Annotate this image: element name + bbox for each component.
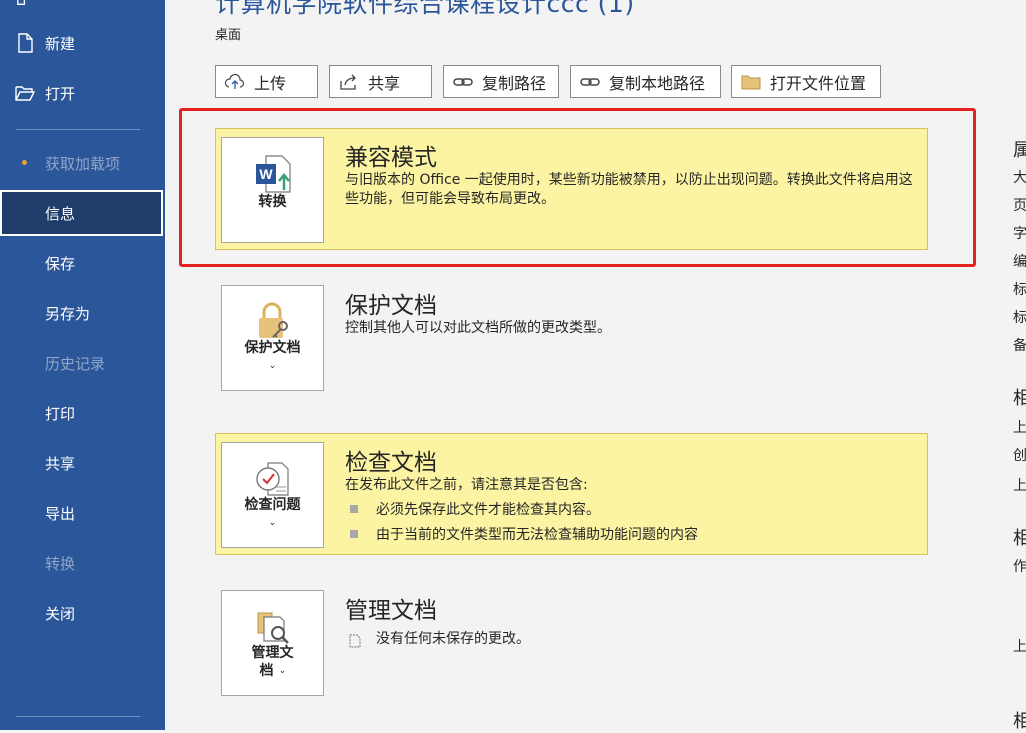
backstage-sidebar: ⌂ 新建 打开 获取加载项 信息 保存 另存为 历史记录 打印 共享 导出 转换… — [0, 0, 165, 730]
sidebar-item-history[interactable]: 历史记录 — [0, 340, 165, 386]
highlight-box — [179, 108, 976, 267]
sidebar-item-label: 共享 — [45, 454, 76, 473]
property-label: 字 — [1013, 226, 1026, 242]
property-label: 备 — [1013, 338, 1026, 354]
bullet-marker — [350, 505, 358, 513]
manage-document-icon — [257, 612, 289, 644]
properties-heading: 属 — [1013, 140, 1026, 161]
open-location-label: 打开文件位置 — [770, 73, 867, 93]
protect-document-label: 保护文档 — [244, 340, 301, 356]
share-label: 共享 — [368, 73, 401, 93]
property-label: 作 — [1013, 559, 1026, 575]
manage-document-label: 管理文 — [251, 645, 294, 661]
chevron-down-icon: ⌄ — [268, 518, 277, 528]
sidebar-item-info[interactable]: 信息 — [0, 190, 163, 236]
open-file-location-button[interactable]: 打开文件位置 — [731, 65, 881, 98]
inspect-bullet: 由于当前的文件类型而无法检查辅助功能问题的内容 — [376, 527, 698, 543]
sidebar-item-label: 历史记录 — [45, 354, 106, 373]
upload-cloud-icon — [224, 73, 245, 89]
related-docs-heading: 相 — [1013, 711, 1026, 732]
sidebar-item-label: 新建 — [45, 34, 76, 53]
property-label: 标 — [1013, 310, 1026, 326]
link-icon — [580, 77, 600, 86]
document-title: 计算机学院软件综合课程设计ccc (1) — [215, 0, 635, 18]
check-issues-label: 检查问题 — [244, 497, 301, 513]
protect-description: 控制其他人可以对此文档所做的更改类型。 — [345, 320, 611, 336]
sidebar-item-label: 导出 — [45, 504, 76, 523]
sidebar-item-close[interactable]: 关闭 — [0, 590, 165, 636]
property-label: 创 — [1013, 448, 1026, 464]
sidebar-item-open[interactable]: 打开 — [0, 70, 165, 116]
sidebar-item-label: 获取加载项 — [45, 154, 121, 173]
property-label: 标 — [1013, 282, 1026, 298]
share-icon — [340, 74, 356, 90]
sidebar-item-new[interactable]: 新建 — [0, 20, 165, 66]
new-document-icon — [18, 33, 33, 53]
upload-label: 上传 — [254, 73, 287, 93]
sidebar-item-label: 信息 — [45, 204, 76, 223]
lock-key-icon — [259, 302, 288, 338]
check-issues-button[interactable]: 检查问题 ⌄ — [221, 442, 324, 548]
property-label: 页 — [1013, 198, 1026, 214]
sidebar-item-label: 另存为 — [45, 304, 91, 323]
sidebar-item-label: 关闭 — [45, 604, 76, 623]
document-status-icon — [349, 634, 361, 648]
bullet-marker — [350, 530, 358, 538]
property-label: 大 — [1013, 170, 1026, 186]
inspect-document-icon — [256, 462, 289, 496]
manage-description: 没有任何未保存的更改。 — [376, 631, 530, 647]
copy-path-label: 复制路径 — [482, 73, 547, 93]
inspect-description: 在发布此文件之前，请注意其是否包含: — [345, 477, 588, 493]
copy-local-path-label: 复制本地路径 — [609, 73, 706, 93]
sidebar-item-print[interactable]: 打印 — [0, 390, 165, 436]
sidebar-item-label: 打开 — [45, 84, 76, 103]
protect-document-button[interactable]: 保护文档 ⌄ — [221, 285, 324, 391]
sidebar-item-share[interactable]: 共享 — [0, 440, 165, 486]
sidebar-divider — [16, 129, 140, 130]
upload-button[interactable]: 上传 — [215, 65, 318, 98]
related-dates-heading: 相 — [1013, 388, 1026, 409]
chevron-down-icon: ⌄ — [268, 361, 277, 371]
back-arrow-icon[interactable]: ⌂ — [16, 0, 26, 9]
property-label: 上 — [1013, 420, 1026, 436]
inspect-bullet: 必须先保存此文件才能检查其内容。 — [376, 502, 600, 518]
sidebar-item-export[interactable]: 导出 — [0, 490, 165, 536]
sidebar-item-label: 打印 — [45, 404, 76, 423]
link-icon — [453, 77, 473, 86]
sidebar-item-label: 保存 — [45, 254, 76, 273]
property-label: 编 — [1013, 254, 1026, 270]
folder-icon — [741, 75, 761, 89]
sidebar-item-save[interactable]: 保存 — [0, 240, 165, 286]
property-label: 上 — [1013, 478, 1026, 494]
copy-local-path-button[interactable]: 复制本地路径 — [570, 65, 721, 98]
manage-title: 管理文档 — [345, 598, 437, 624]
copy-path-button[interactable]: 复制路径 — [443, 65, 559, 98]
manage-document-button[interactable]: 管理文 档 ⌄ — [221, 590, 324, 696]
property-label: 上 — [1013, 639, 1026, 655]
protect-title: 保护文档 — [345, 293, 437, 319]
sidebar-divider — [16, 716, 140, 717]
sidebar-item-save-as[interactable]: 另存为 — [0, 290, 165, 336]
inspect-title: 检查文档 — [345, 450, 437, 476]
share-button[interactable]: 共享 — [329, 65, 432, 98]
document-location: 桌面 — [215, 28, 242, 43]
notification-dot — [22, 160, 27, 165]
sidebar-item-get-addins[interactable]: 获取加载项 — [0, 140, 165, 186]
chevron-down-icon: ⌄ — [278, 666, 287, 676]
sidebar-item-transform[interactable]: 转换 — [0, 540, 165, 586]
related-people-heading: 相 — [1013, 528, 1026, 549]
sidebar-item-label: 转换 — [45, 554, 76, 573]
open-folder-icon — [15, 86, 36, 101]
